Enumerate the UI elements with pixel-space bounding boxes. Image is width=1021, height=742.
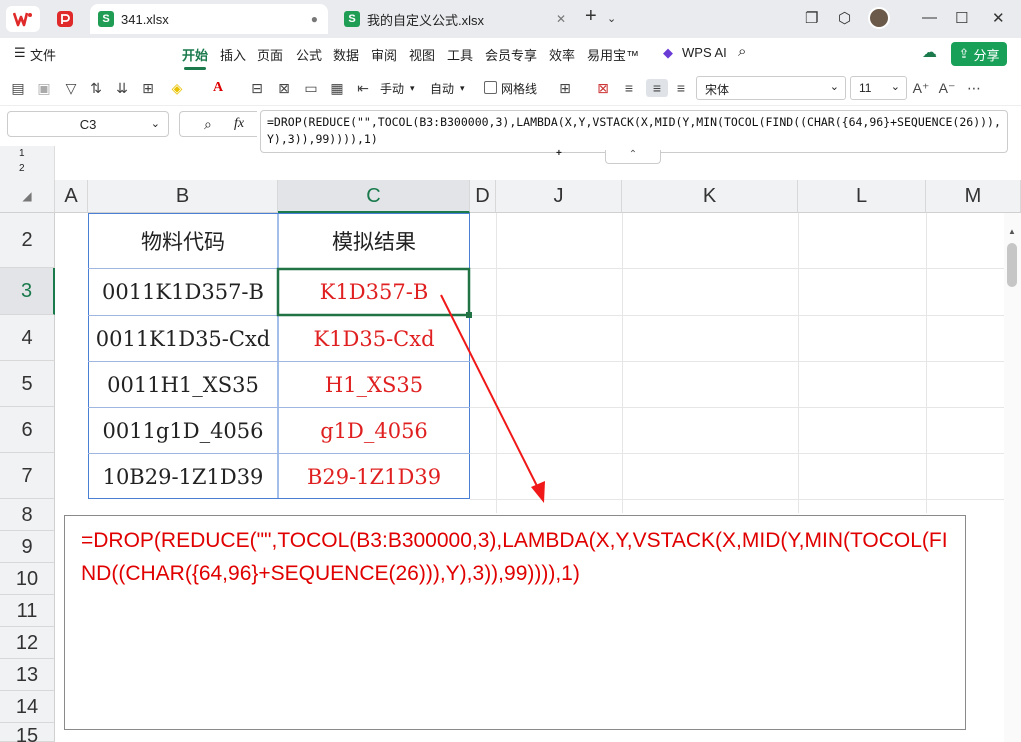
header-material-code[interactable]: 物料代码 xyxy=(88,213,278,268)
scroll-thumb[interactable] xyxy=(1007,243,1017,287)
header-simulated-result[interactable]: 模拟结果 xyxy=(278,213,470,268)
material-code-cell[interactable]: 0011K1D35-Cxd xyxy=(88,316,278,361)
result-cell[interactable]: K1D357-B xyxy=(278,269,470,315)
result-cell[interactable]: H1_XS35 xyxy=(278,362,470,407)
material-code-cell[interactable]: 0011g1D_4056 xyxy=(88,408,278,453)
scroll-up-icon[interactable]: ▲ xyxy=(1008,227,1016,236)
formula-textbox[interactable]: =DROP(REDUCE("",TOCOL(B3:B300000,3),LAMB… xyxy=(64,515,966,730)
result-cell[interactable]: B29-1Z1D39 xyxy=(278,454,470,499)
material-code-cell[interactable]: 0011H1_XS35 xyxy=(88,362,278,407)
material-code-cell[interactable]: 10B29-1Z1D39 xyxy=(88,454,278,499)
result-cell[interactable]: K1D35-Cxd xyxy=(278,316,470,361)
vertical-scrollbar[interactable] xyxy=(1004,213,1021,742)
material-code-cell[interactable]: 0011K1D357-B xyxy=(88,269,278,315)
result-cell[interactable]: g1D_4056 xyxy=(278,408,470,453)
